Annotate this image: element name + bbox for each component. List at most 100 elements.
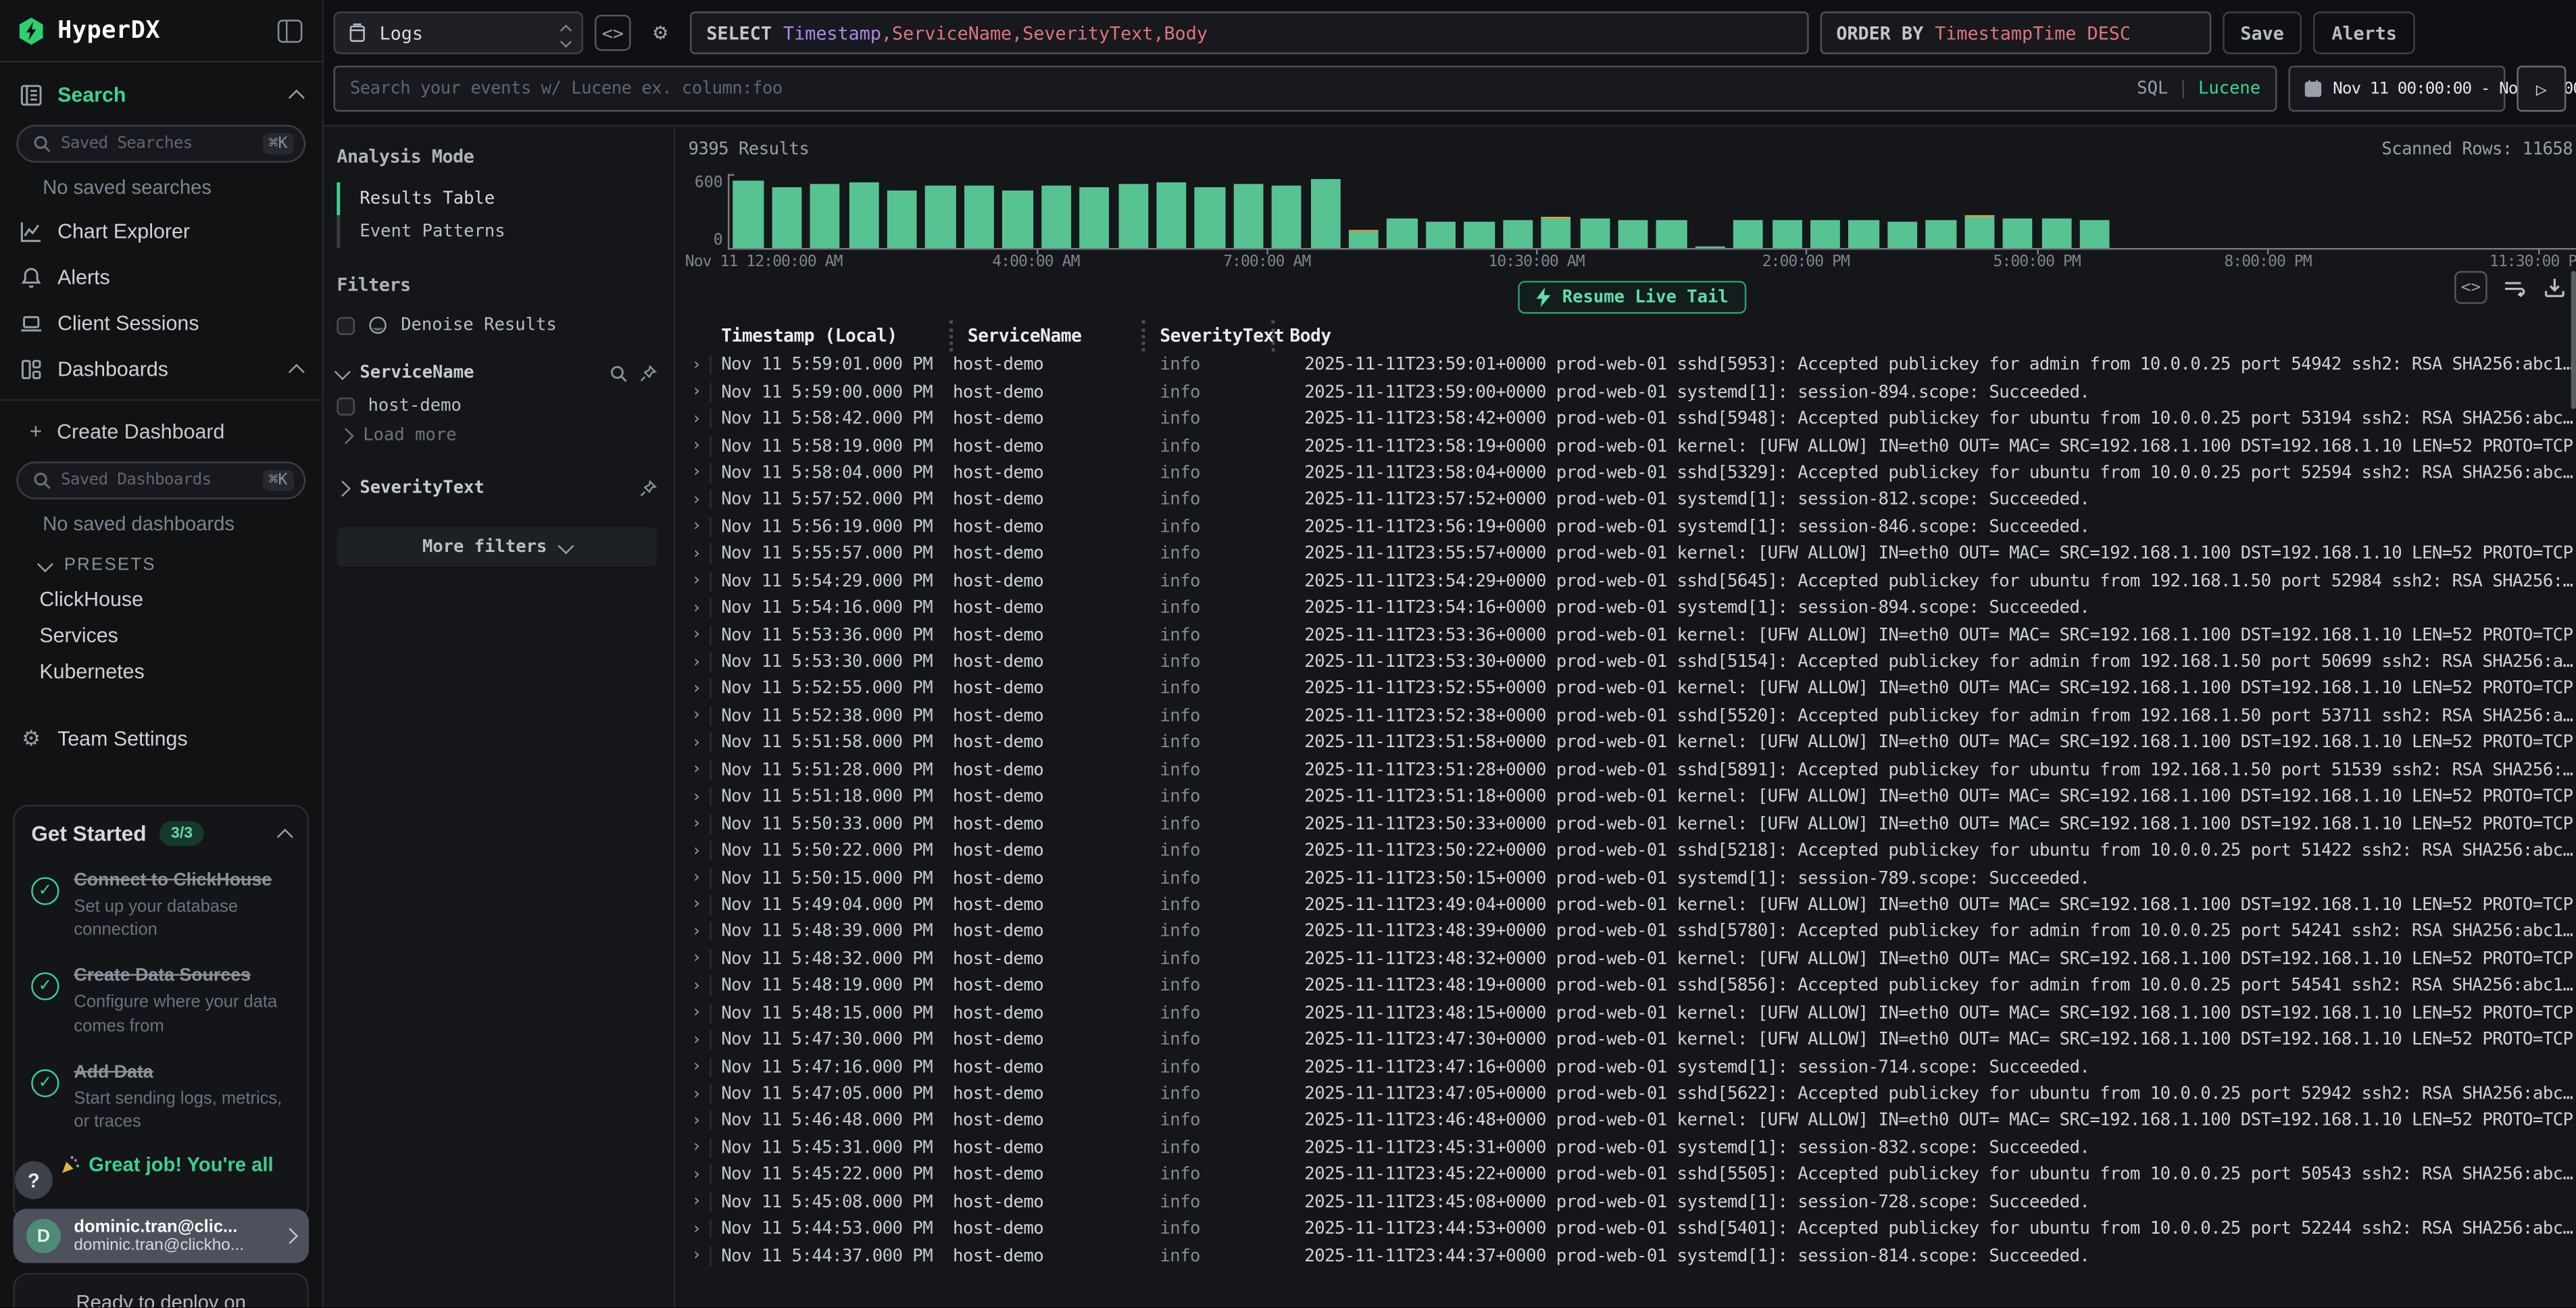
preset-services[interactable]: Services <box>0 618 322 653</box>
log-row[interactable]: ›Nov 11 5:48:39.000 PMhost-demoinfo2025-… <box>689 918 2576 945</box>
row-severity: info <box>1160 895 1304 915</box>
log-row[interactable]: ›Nov 11 5:44:37.000 PMhost-demoinfo2025-… <box>689 1242 2576 1269</box>
chevron-up-icon[interactable] <box>277 828 293 844</box>
select-query-input[interactable]: SELECT Timestamp ,ServiceName,SeverityTe… <box>690 11 1808 54</box>
sidebar-item-dashboards[interactable]: Dashboards <box>0 347 322 393</box>
log-row[interactable]: ›Nov 11 5:52:38.000 PMhost-demoinfo2025-… <box>689 703 2576 730</box>
search-icon <box>33 472 51 490</box>
create-dashboard-button[interactable]: + Create Dashboard <box>0 407 322 455</box>
filter-group-severitytext[interactable]: SeverityText <box>337 478 657 497</box>
log-row[interactable]: ›Nov 11 5:59:01.000 PMhost-demoinfo2025-… <box>689 351 2576 378</box>
log-row[interactable]: ›Nov 11 5:55:57.000 PMhost-demoinfo2025-… <box>689 540 2576 568</box>
alerts-button[interactable]: Alerts <box>2314 11 2415 54</box>
log-row[interactable]: ›Nov 11 5:45:31.000 PMhost-demoinfo2025-… <box>689 1134 2576 1161</box>
log-row[interactable]: ›Nov 11 5:52:55.000 PMhost-demoinfo2025-… <box>689 676 2576 703</box>
get-started-step[interactable]: ✓ Create Data Sources Configure where yo… <box>31 960 291 1038</box>
log-row[interactable]: ›Nov 11 5:49:04.000 PMhost-demoinfo2025-… <box>689 891 2576 918</box>
log-row[interactable]: ›Nov 11 5:51:28.000 PMhost-demoinfo2025-… <box>689 757 2576 784</box>
column-severitytext[interactable]: SeverityText <box>1142 320 1287 351</box>
date-range-picker[interactable]: Nov 11 00:00:00 - Nov 12 00:00:00 <box>2289 66 2506 111</box>
pin-icon[interactable] <box>639 479 658 497</box>
run-query-button[interactable]: ▷ <box>2517 66 2566 111</box>
sidebar-item-alerts[interactable]: Alerts <box>0 255 322 301</box>
log-row[interactable]: ›Nov 11 5:46:48.000 PMhost-demoinfo2025-… <box>689 1107 2576 1134</box>
log-row[interactable]: ›Nov 11 5:54:16.000 PMhost-demoinfo2025-… <box>689 595 2576 622</box>
lang-divider: | <box>2178 79 2188 99</box>
sidebar-item-search[interactable]: Search <box>0 72 322 118</box>
brand[interactable]: HyperDX <box>16 16 160 46</box>
log-row[interactable]: ›Nov 11 5:59:00.000 PMhost-demoinfo2025-… <box>689 378 2576 405</box>
search-icon[interactable] <box>610 363 628 382</box>
table-scrollbar[interactable] <box>2571 271 2576 409</box>
sidebar-collapse-icon[interactable] <box>278 20 302 43</box>
saved-searches-input[interactable]: Saved Searches ⌘K <box>16 125 305 163</box>
log-row[interactable]: ›Nov 11 5:57:52.000 PMhost-demoinfo2025-… <box>689 486 2576 513</box>
pin-icon[interactable] <box>639 363 658 382</box>
filter-group-servicename[interactable]: ServiceName <box>337 363 657 382</box>
code-icon[interactable]: <> <box>595 15 630 51</box>
log-row[interactable]: ›Nov 11 5:51:18.000 PMhost-demoinfo2025-… <box>689 784 2576 811</box>
log-row[interactable]: ›Nov 11 5:48:32.000 PMhost-demoinfo2025-… <box>689 945 2576 972</box>
help-button[interactable]: ? <box>15 1161 53 1199</box>
download-icon[interactable] <box>2543 276 2566 299</box>
denoise-checkbox[interactable] <box>337 316 355 334</box>
preset-clickhouse[interactable]: ClickHouse <box>0 582 322 618</box>
log-row[interactable]: ›Nov 11 5:51:58.000 PMhost-demoinfo2025-… <box>689 730 2576 757</box>
gear-icon[interactable]: ⚙ <box>643 15 678 51</box>
load-more-button[interactable]: Load more <box>337 420 657 445</box>
wrap-lines-icon[interactable] <box>2504 276 2527 299</box>
column-timestamp[interactable]: Timestamp (Local) <box>721 320 964 351</box>
denoise-label[interactable]: Denoise Results <box>401 316 557 335</box>
row-severity: info <box>1160 598 1304 618</box>
servicename-value-label[interactable]: host-demo <box>368 396 462 416</box>
lucene-toggle[interactable]: Lucene <box>2198 79 2260 99</box>
log-row[interactable]: ›Nov 11 5:48:19.000 PMhost-demoinfo2025-… <box>689 972 2576 999</box>
histogram-bar <box>2080 221 2110 248</box>
get-started-step[interactable]: ✓ Connect to ClickHouse Set up your data… <box>31 864 291 942</box>
presets-toggle[interactable]: PRESETS <box>0 545 322 581</box>
log-row[interactable]: ›Nov 11 5:47:30.000 PMhost-demoinfo2025-… <box>689 1026 2576 1053</box>
resume-live-tail-button[interactable]: Resume Live Tail <box>1518 281 1746 314</box>
log-row[interactable]: ›Nov 11 5:45:08.000 PMhost-demoinfo2025-… <box>689 1188 2576 1215</box>
sidebar-item-client-sessions[interactable]: Client Sessions <box>0 301 322 347</box>
mode-event-patterns[interactable]: Event Patterns <box>337 215 657 248</box>
sql-toggle[interactable]: SQL <box>2137 79 2168 99</box>
source-select[interactable]: Logs <box>334 11 584 54</box>
log-row[interactable]: ›Nov 11 5:47:16.000 PMhost-demoinfo2025-… <box>689 1053 2576 1080</box>
mode-results-table[interactable]: Results Table <box>337 182 657 216</box>
log-row[interactable]: ›Nov 11 5:58:42.000 PMhost-demoinfo2025-… <box>689 405 2576 432</box>
log-row[interactable]: ›Nov 11 5:48:15.000 PMhost-demoinfo2025-… <box>689 999 2576 1026</box>
get-started-step[interactable]: ✓ Add Data Start sending logs, metrics, … <box>31 1055 291 1133</box>
log-row[interactable]: ›Nov 11 5:53:36.000 PMhost-demoinfo2025-… <box>689 622 2576 649</box>
user-menu[interactable]: D dominic.tran@clic... dominic.tran@clic… <box>13 1209 309 1263</box>
sidebar-item-chart-explorer[interactable]: Chart Explorer <box>0 209 322 255</box>
log-row[interactable]: ›Nov 11 5:47:05.000 PMhost-demoinfo2025-… <box>689 1080 2576 1107</box>
row-servicename: host-demo <box>953 787 1160 807</box>
preset-kubernetes[interactable]: Kubernetes <box>0 654 322 690</box>
column-servicename[interactable]: ServiceName <box>949 320 1156 351</box>
log-row[interactable]: ›Nov 11 5:53:30.000 PMhost-demoinfo2025-… <box>689 649 2576 676</box>
log-row[interactable]: ›Nov 11 5:58:19.000 PMhost-demoinfo2025-… <box>689 432 2576 459</box>
servicename-value-checkbox[interactable] <box>337 397 355 415</box>
histogram-plot[interactable] <box>728 174 2576 250</box>
row-timestamp: Nov 11 5:46:48.000 PM <box>710 1111 953 1131</box>
log-row[interactable]: ›Nov 11 5:50:22.000 PMhost-demoinfo2025-… <box>689 838 2576 865</box>
event-search-input[interactable]: Search your events w/ Lucene ex. column:… <box>334 66 2277 111</box>
log-row[interactable]: ›Nov 11 5:54:29.000 PMhost-demoinfo2025-… <box>689 568 2576 595</box>
column-body[interactable]: Body <box>1272 320 2428 351</box>
log-row[interactable]: ›Nov 11 5:58:04.000 PMhost-demoinfo2025-… <box>689 459 2576 486</box>
log-row[interactable]: ›Nov 11 5:50:15.000 PMhost-demoinfo2025-… <box>689 865 2576 892</box>
log-row[interactable]: ›Nov 11 5:50:33.000 PMhost-demoinfo2025-… <box>689 811 2576 838</box>
more-filters-button[interactable]: More filters <box>337 527 657 566</box>
log-row[interactable]: ›Nov 11 5:44:53.000 PMhost-demoinfo2025-… <box>689 1215 2576 1242</box>
code-icon[interactable]: <> <box>2454 271 2487 304</box>
team-settings-button[interactable]: ⚙ Team Settings <box>0 716 322 762</box>
saved-dashboards-input[interactable]: Saved Dashboards ⌘K <box>16 461 305 499</box>
save-button[interactable]: Save <box>2223 11 2302 54</box>
row-severity: info <box>1160 760 1304 780</box>
row-servicename: host-demo <box>953 1111 1160 1131</box>
row-timestamp: Nov 11 5:47:16.000 PM <box>710 1057 953 1077</box>
orderby-input[interactable]: ORDER BY TimestampTime DESC <box>1820 11 2211 54</box>
log-row[interactable]: ›Nov 11 5:56:19.000 PMhost-demoinfo2025-… <box>689 513 2576 540</box>
log-row[interactable]: ›Nov 11 5:45:22.000 PMhost-demoinfo2025-… <box>689 1161 2576 1188</box>
